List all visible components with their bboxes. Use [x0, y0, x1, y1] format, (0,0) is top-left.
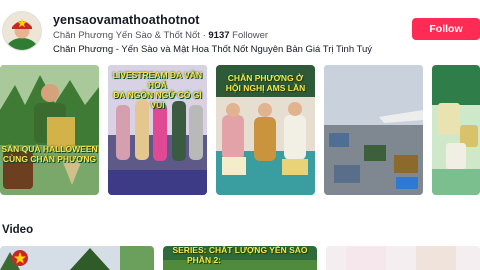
profile-subline: Chăn Phương Yến Sào & Thốt Nốt · 9137 Fo…: [53, 30, 268, 41]
avatar-image: [3, 12, 41, 50]
video-card-3[interactable]: [326, 246, 480, 270]
post-thumbnail-4: [324, 65, 423, 195]
post-card-3[interactable]: CHĂN PHƯƠNG Ở HỘI NGHỊ AMS LẦN: [216, 65, 315, 195]
follow-button[interactable]: Follow: [412, 18, 480, 40]
post-thumbnail-5: [432, 65, 480, 195]
separator-dot: ·: [202, 30, 206, 41]
post-caption-2: LIVESTREAM ĐA VĂN HOÁ ĐA NGÔN NGỮ CÓ GÌ …: [108, 70, 207, 110]
post-thumbnail-1: [0, 65, 99, 195]
post-caption-3-line1: CHĂN PHƯƠNG Ở: [227, 73, 304, 83]
post-caption-3-line2: HỘI NGHỊ AMS LẦN: [225, 83, 306, 93]
profile-display-name: Chăn Phương Yến Sào & Thốt Nốt: [53, 30, 200, 41]
video-thumbnail-3: [326, 246, 480, 270]
post-caption-2-line1: LIVESTREAM ĐA VĂN HOÁ: [112, 70, 203, 90]
video-card-2[interactable]: SERIES: CHẤT LƯỢNG YẾN SÀO PHẦN 2:: [163, 246, 317, 270]
video-thumbnail-1: [0, 246, 154, 270]
post-caption-2-line2: ĐA NGÔN NGỮ CÓ GÌ VUI: [113, 90, 202, 110]
post-card-2[interactable]: LIVESTREAM ĐA VĂN HOÁ ĐA NGÔN NGỮ CÓ GÌ …: [108, 65, 207, 195]
avatar[interactable]: [2, 11, 42, 51]
post-caption-1-line2: CÙNG CHĂN PHƯƠNG: [2, 154, 97, 164]
followers-label: Follower: [232, 30, 269, 41]
post-caption-1: SĂN QUÀ HALLOWEEN CÙNG CHĂN PHƯƠNG: [0, 144, 99, 164]
post-card-5[interactable]: [432, 65, 480, 195]
video-caption-2: SERIES: CHẤT LƯỢNG YẾN SÀO PHẦN 2:: [163, 246, 317, 265]
post-caption-3: CHĂN PHƯƠNG Ở HỘI NGHỊ AMS LẦN: [216, 73, 315, 93]
posts-row: SĂN QUÀ HALLOWEEN CÙNG CHĂN PHƯƠNG LIVES…: [0, 65, 480, 196]
videos-row: SERIES: CHẤT LƯỢNG YẾN SÀO PHẦN 2:: [0, 246, 480, 270]
video-caption-2-line1: SERIES: CHẤT LƯỢNG YẾN SÀO: [172, 246, 308, 255]
videos-section-title: Video: [2, 224, 34, 236]
video-card-1[interactable]: [0, 246, 154, 270]
followers-count: 9137: [208, 30, 230, 41]
video-caption-2-line2: PHẦN 2:: [187, 255, 222, 265]
profile-header: yensaovamathoathotnot Chăn Phương Yến Sà…: [0, 0, 480, 62]
profile-bio: Chăn Phương - Yến Sào và Mật Hoa Thốt Nố…: [53, 44, 373, 55]
post-caption-1-line1: SĂN QUÀ HALLOWEEN: [1, 144, 98, 154]
profile-username: yensaovamathoathotnot: [53, 13, 200, 27]
post-card-4[interactable]: [324, 65, 423, 195]
post-card-1[interactable]: SĂN QUÀ HALLOWEEN CÙNG CHĂN PHƯƠNG: [0, 65, 99, 195]
